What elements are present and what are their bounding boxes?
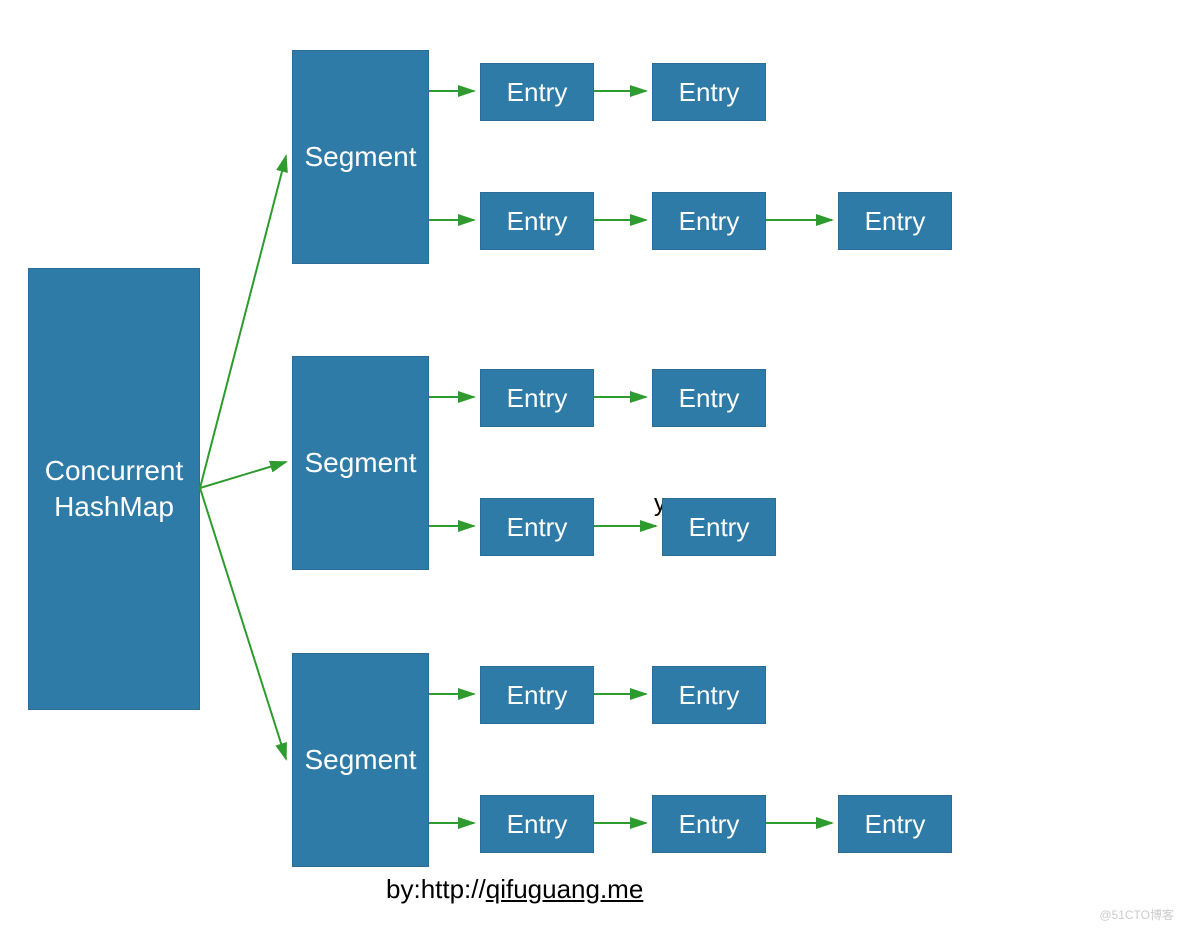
segment-box-0: Segment xyxy=(292,50,429,264)
entry-box-1-1-0: Entry xyxy=(480,498,594,556)
entry-box-1-0-0: Entry xyxy=(480,369,594,427)
entry-box-2-1-0: Entry xyxy=(480,795,594,853)
segment-label-0: Segment xyxy=(304,141,416,173)
root-line2: HashMap xyxy=(54,491,174,522)
entry-box-2-1-1: Entry xyxy=(652,795,766,853)
segment-label-2: Segment xyxy=(304,744,416,776)
segment-box-1: Segment xyxy=(292,356,429,570)
entry-box-0-0-1: Entry xyxy=(652,63,766,121)
entry-box-0-0-0: Entry xyxy=(480,63,594,121)
attribution-text: by:http://qifuguang.me xyxy=(386,874,643,905)
entry-box-0-1-2: Entry xyxy=(838,192,952,250)
concurrent-hashmap-box: Concurrent HashMap xyxy=(28,268,200,710)
entry-box-2-0-0: Entry xyxy=(480,666,594,724)
segment-label-1: Segment xyxy=(304,447,416,479)
entry-box-0-1-1: Entry xyxy=(652,192,766,250)
segment-box-2: Segment xyxy=(292,653,429,867)
entry-box-2-0-1: Entry xyxy=(652,666,766,724)
entry-box-1-1-1: Entry xyxy=(662,498,776,556)
entry-box-0-1-0: Entry xyxy=(480,192,594,250)
watermark-text: @51CTO博客 xyxy=(1099,906,1174,923)
entry-box-2-1-2: Entry xyxy=(838,795,952,853)
attribution-link[interactable]: qifuguang.me xyxy=(486,874,644,904)
entry-box-1-0-1: Entry xyxy=(652,369,766,427)
root-line1: Concurrent xyxy=(45,455,184,486)
